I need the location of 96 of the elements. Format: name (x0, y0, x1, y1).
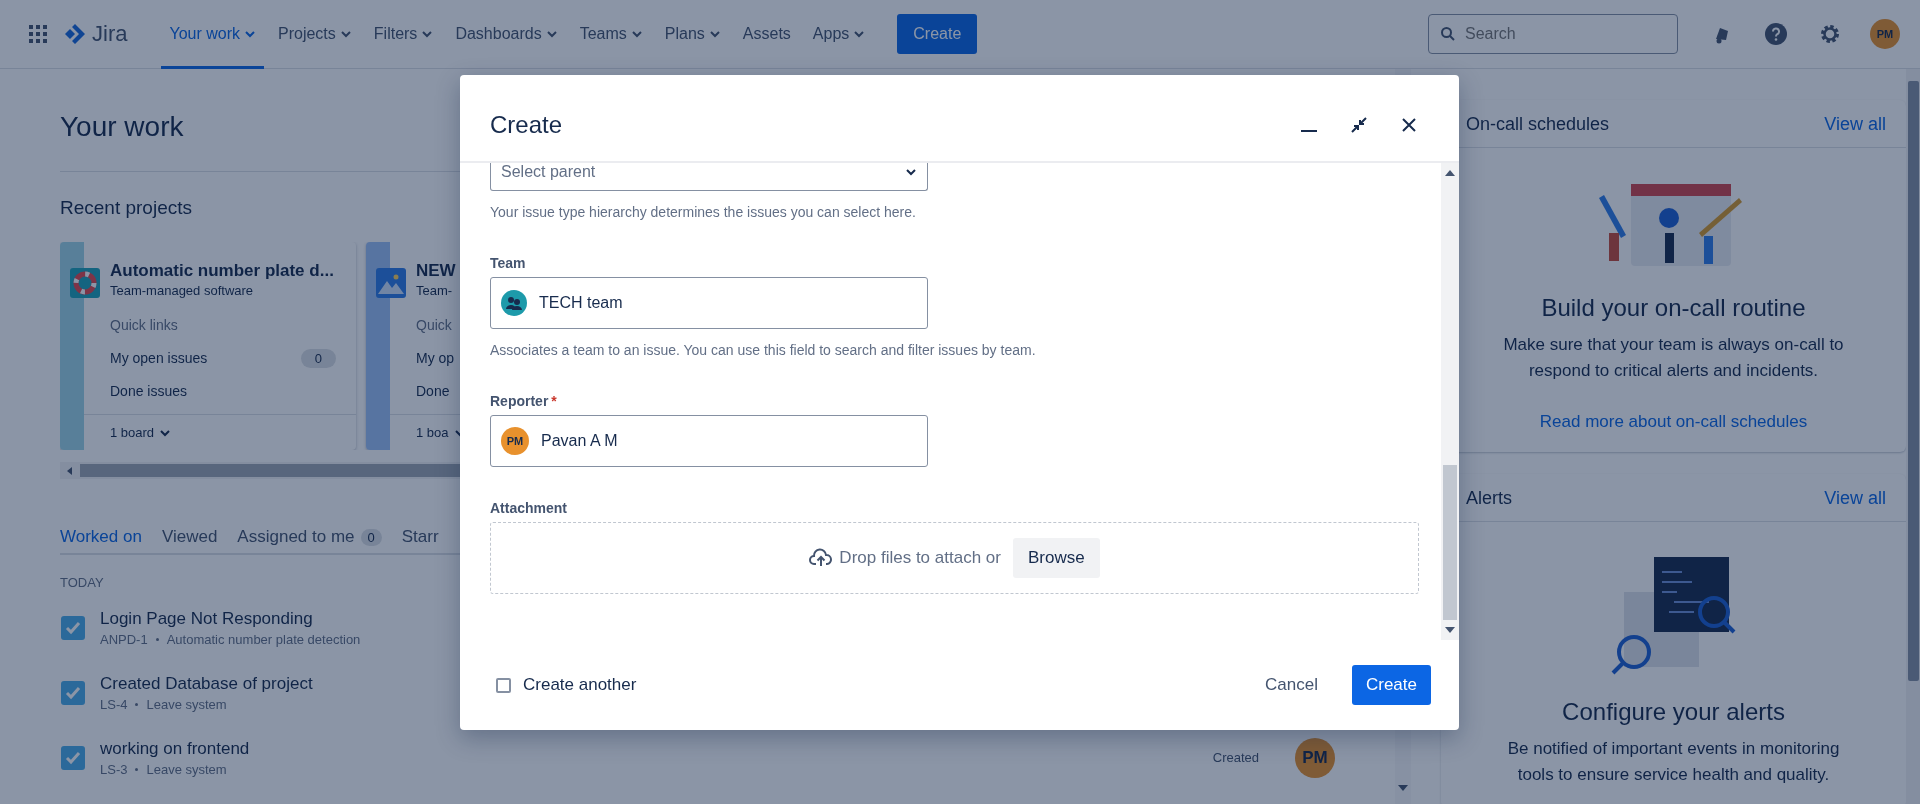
scroll-down-icon (1445, 626, 1455, 634)
issue-key: LS-4 (100, 697, 128, 712)
team-icon (501, 290, 527, 316)
drop-instructions: Drop files to attach or (839, 548, 1001, 568)
reporter-field[interactable]: PM Pavan A M (490, 415, 928, 467)
drop-zone[interactable]: Drop files to attach or Browse (490, 522, 1419, 594)
activity-label: Created (1212, 750, 1259, 765)
section-heading: Recent projects (60, 196, 192, 220)
card-description: Make sure that your team is always on-call to respond to critical alerts and incidents. (1502, 334, 1845, 382)
parent-select[interactable]: Select parent (490, 163, 928, 191)
help-icon (1764, 22, 1788, 46)
read-more-link[interactable]: Read more about on-call schedules (1539, 412, 1808, 432)
tab[interactable]: Worked on (60, 523, 142, 553)
placeholder-text: Select parent (501, 163, 596, 181)
app-grid-icon (28, 24, 48, 44)
issue-key: LS-3 (100, 762, 128, 777)
field-label: Reporter (490, 393, 549, 409)
card-headline: Build your on-call routine (1541, 294, 1806, 322)
nav-menu-item[interactable]: Teams (571, 0, 651, 69)
nav-menu-item[interactable]: Your work (161, 0, 264, 69)
required-mark: * (551, 393, 557, 409)
page-title: Your work (60, 110, 184, 144)
project-card[interactable]: NEW Team- Quick My op Done 1 boa (366, 242, 462, 450)
helper-text: Associates a team to an issue. You can use this field to search and filter issues by team. (490, 341, 1037, 360)
tab[interactable]: Starr (401, 523, 439, 553)
checkbox-label: Create another (523, 675, 637, 695)
nav-menu-item[interactable]: Filters (365, 0, 442, 69)
boards-dropdown[interactable]: 1 board (110, 425, 172, 440)
issue-title[interactable]: Login Page Not Responding (100, 608, 361, 630)
cloud-upload-icon (809, 548, 834, 568)
view-all-link[interactable]: View all (1824, 114, 1886, 135)
nav-menu-item[interactable]: Plans (656, 0, 729, 69)
dialog-scrollbar[interactable] (1441, 163, 1459, 640)
quick-links-label: Quick links (110, 316, 179, 335)
project-name: Automatic number plate detection (166, 632, 361, 647)
issue-title[interactable]: Created Database of project (100, 673, 313, 695)
nav-menu-item[interactable]: Assets (734, 0, 799, 69)
tab[interactable]: Viewed (161, 523, 218, 553)
team-field[interactable]: TECH team (490, 277, 928, 329)
field-value: Pavan A M (541, 432, 618, 450)
tab[interactable]: Assigned to me 0 (237, 523, 382, 553)
task-checkbox-icon (60, 679, 86, 706)
user-avatar: PM (501, 427, 529, 455)
project-card[interactable]: Automatic number plate d... Team-managed software Quick links My open issues 0 Done issues 1 board (60, 242, 356, 450)
settings-icon (1818, 22, 1842, 46)
create-button[interactable]: Create (1351, 665, 1431, 705)
project-name[interactable]: NEW (416, 260, 456, 282)
field-label: Team (490, 255, 526, 271)
lifebuoy-icon (70, 268, 100, 298)
minimize-icon (1301, 130, 1317, 132)
browse-button[interactable]: Browse (1012, 538, 1100, 578)
count-badge: 0 (300, 348, 336, 368)
card-headline: Configure your alerts (1562, 698, 1785, 726)
close-icon (1401, 117, 1417, 133)
field-value: TECH team (539, 294, 623, 312)
dialog-title: Create (490, 111, 563, 139)
quick-links-label: Quick (416, 316, 453, 335)
create-button[interactable]: Create (897, 14, 978, 54)
scroll-left-icon (66, 466, 74, 475)
project-name: Leave system (146, 762, 227, 777)
search-field[interactable]: Search (1428, 14, 1678, 54)
nav-menu-item[interactable]: Apps (804, 0, 874, 69)
window-scrollbar[interactable] (1906, 69, 1920, 804)
nav-menu-item[interactable]: Projects (270, 0, 360, 69)
collapse-arrows-icon (1351, 117, 1367, 133)
quick-link[interactable]: My open issues (110, 350, 208, 366)
quick-link[interactable]: Done (416, 383, 450, 399)
project-name[interactable]: Automatic number plate d... (110, 260, 334, 282)
quick-link[interactable]: Done issues (110, 383, 188, 399)
card-title: Alerts (1466, 488, 1512, 509)
task-checkbox-icon (60, 614, 86, 641)
task-checkbox-icon (60, 744, 86, 771)
project-name: Leave system (146, 697, 227, 712)
mountain-icon (376, 268, 406, 298)
field-label: Attachment (490, 500, 567, 516)
project-type: Team- (416, 282, 454, 300)
scroll-up-icon (1445, 169, 1455, 177)
nav-menu-item[interactable]: Dashboards (447, 0, 566, 69)
count-badge: 0 (360, 528, 382, 546)
card-description: Be notified of important events in monitoring tools to ensure service health and quality. (1506, 738, 1841, 786)
checkbox[interactable] (496, 677, 511, 693)
section-label: TODAY (60, 575, 105, 590)
horizontal-scrollbar[interactable] (60, 462, 460, 479)
issue-title[interactable]: working on frontend (100, 738, 250, 760)
search-icon (1440, 26, 1456, 42)
jira-logo-icon (64, 23, 86, 45)
cancel-button[interactable]: Cancel (1251, 665, 1332, 705)
issue-key: ANPD-1 (100, 632, 148, 647)
helper-text: Your issue type hierarchy determines the issues you can select here. (490, 203, 917, 222)
project-type: Team-managed software (110, 282, 255, 300)
product-name[interactable]: Jira (92, 21, 128, 47)
user-avatar: PM (1295, 737, 1335, 778)
quick-link[interactable]: My op (416, 350, 455, 366)
card-title: On-call schedules (1466, 114, 1610, 135)
scroll-down-icon (1398, 784, 1408, 792)
view-all-link[interactable]: View all (1824, 488, 1886, 509)
